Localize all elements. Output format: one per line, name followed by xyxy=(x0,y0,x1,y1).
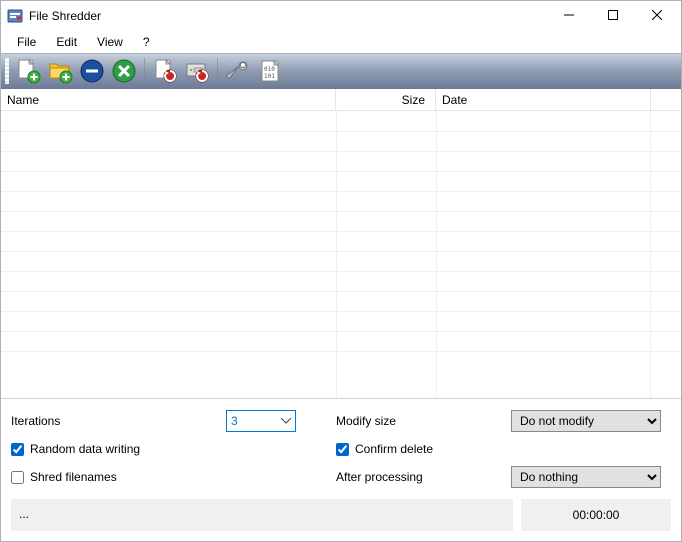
window-controls xyxy=(547,1,679,31)
clear-list-button[interactable] xyxy=(109,56,139,86)
shred-drive-button[interactable] xyxy=(182,56,212,86)
status-time: 00:00:00 xyxy=(521,499,671,531)
toolbar: 010 101 xyxy=(1,53,681,89)
settings-button[interactable] xyxy=(223,56,253,86)
confirm-delete-checkbox[interactable]: Confirm delete xyxy=(336,442,511,456)
window-title: File Shredder xyxy=(29,9,547,23)
binary-view-button[interactable]: 010 101 xyxy=(255,56,285,86)
shred-filenames-checkbox[interactable]: Shred filenames xyxy=(11,470,306,484)
options-panel: Iterations Modify size Do not modify Ran… xyxy=(1,399,681,491)
menu-bar: File Edit View ? xyxy=(1,31,681,53)
svg-text:010: 010 xyxy=(264,66,275,73)
svg-text:101: 101 xyxy=(264,73,275,80)
iterations-label: Iterations xyxy=(11,414,156,428)
list-body[interactable] xyxy=(1,111,681,398)
add-folder-button[interactable] xyxy=(45,56,75,86)
app-window: File Shredder File Edit View ? xyxy=(0,0,682,542)
column-name[interactable]: Name xyxy=(1,89,336,110)
column-spacer xyxy=(651,89,681,110)
modify-size-label: Modify size xyxy=(336,414,511,428)
status-bar: ... 00:00:00 xyxy=(1,491,681,541)
menu-help[interactable]: ? xyxy=(133,32,160,52)
modify-size-select[interactable]: Do not modify xyxy=(511,410,661,432)
shred-filenames-label: Shred filenames xyxy=(30,470,117,484)
shred-filenames-check-input[interactable] xyxy=(11,471,24,484)
toolbar-separator xyxy=(217,58,218,84)
toolbar-separator xyxy=(144,58,145,84)
app-icon xyxy=(7,8,23,24)
after-processing-label: After processing xyxy=(336,470,511,484)
menu-file[interactable]: File xyxy=(7,32,46,52)
after-processing-select[interactable]: Do nothing xyxy=(511,466,661,488)
file-list[interactable]: Name Size Date xyxy=(1,89,681,399)
grid-lines xyxy=(1,111,681,398)
random-data-checkbox[interactable]: Random data writing xyxy=(11,442,306,456)
add-file-button[interactable] xyxy=(13,56,43,86)
list-header: Name Size Date xyxy=(1,89,681,111)
confirm-delete-label: Confirm delete xyxy=(355,442,433,456)
column-date[interactable]: Date xyxy=(436,89,651,110)
status-text: ... xyxy=(11,499,513,531)
shred-file-button[interactable] xyxy=(150,56,180,86)
iterations-input[interactable] xyxy=(226,410,296,432)
menu-edit[interactable]: Edit xyxy=(46,32,87,52)
random-data-check-input[interactable] xyxy=(11,443,24,456)
close-button[interactable] xyxy=(635,1,679,29)
menu-view[interactable]: View xyxy=(87,32,133,52)
remove-button[interactable] xyxy=(77,56,107,86)
column-size[interactable]: Size xyxy=(336,89,436,110)
maximize-button[interactable] xyxy=(591,1,635,29)
toolbar-grip xyxy=(5,58,9,84)
random-data-label: Random data writing xyxy=(30,442,140,456)
confirm-delete-check-input[interactable] xyxy=(336,443,349,456)
title-bar: File Shredder xyxy=(1,1,681,31)
minimize-button[interactable] xyxy=(547,1,591,29)
